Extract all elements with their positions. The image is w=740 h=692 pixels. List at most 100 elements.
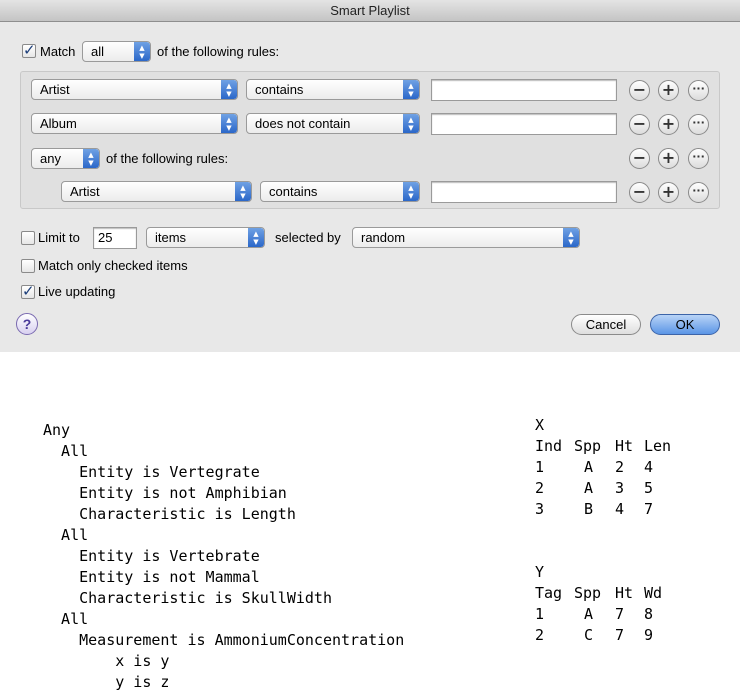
query-line: Entity is not Amphibian (43, 484, 287, 502)
query-line: Any (43, 421, 71, 439)
table-x-cell: 4 (615, 500, 625, 518)
query-line: All (43, 610, 89, 628)
match-quantifier-value: all (91, 44, 105, 59)
table-x-cell: 2 (615, 458, 625, 476)
table-x-cell: 7 (644, 500, 654, 518)
rule-1-field-value: Artist (40, 82, 70, 97)
table-x-cell: 4 (644, 458, 654, 476)
table-y-header-2: Ht (615, 584, 634, 602)
nested-rule-value-field[interactable] (431, 181, 617, 203)
table-x-cell: 2 (535, 479, 545, 497)
table-y-header-1: Spp (574, 584, 602, 602)
table-x-header-2: Ht (615, 437, 634, 455)
nested-rule-operator-value: contains (269, 184, 318, 199)
nested-rule-field-popup[interactable]: Artist ▲ ▼ (61, 181, 252, 202)
popup-arrows-icon: ▲ ▼ (403, 114, 419, 133)
popup-arrows-icon: ▲ ▼ (83, 149, 99, 168)
popup-arrows-icon: ▲ ▼ (248, 228, 264, 247)
help-button[interactable]: ? (16, 313, 38, 335)
nested-rule-field-value: Artist (70, 184, 100, 199)
rule-2-field-value: Album (40, 116, 77, 131)
cancel-button[interactable]: Cancel (571, 314, 641, 335)
ok-button[interactable]: OK (650, 314, 720, 335)
match-quantifier-popup[interactable]: all ▲ ▼ (82, 41, 151, 62)
popup-arrows-icon: ▲ ▼ (403, 182, 419, 201)
limit-unit-value: items (155, 230, 187, 245)
nested-rule-remove-button[interactable]: − (629, 182, 650, 203)
popup-arrows-icon: ▲ ▼ (221, 114, 237, 133)
table-x-header-1: Spp (574, 437, 602, 455)
nested-rule-add-button[interactable]: + (658, 182, 679, 203)
rule-1-operator-popup[interactable]: contains ▲ ▼ (246, 79, 420, 100)
popup-arrows-icon: ▲ ▼ (563, 228, 579, 247)
table-x-header-0: Ind (535, 437, 563, 455)
match-only-checked-label: Match only checked items (38, 258, 188, 273)
table-y-cell: 2 (535, 626, 545, 644)
query-line: Characteristic is SkullWidth (43, 589, 332, 607)
table-y-cell: 7 (615, 605, 625, 623)
table-x-cell: B (584, 500, 594, 518)
limit-checkbox[interactable] (21, 231, 35, 245)
live-updating-checkbox[interactable] (21, 282, 35, 300)
selected-by-popup[interactable]: random ▲ ▼ (352, 227, 580, 248)
nested-suffix: of the following rules: (106, 151, 229, 166)
rule-2-remove-button[interactable]: − (629, 114, 650, 135)
query-line: x is y (43, 652, 170, 670)
table-y-header-3: Wd (644, 584, 663, 602)
nested-quantifier-popup[interactable]: any ▲ ▼ (31, 148, 100, 169)
rule-1-field-popup[interactable]: Artist ▲ ▼ (31, 79, 238, 100)
rule-2-add-button[interactable]: + (658, 114, 679, 135)
rule-2-value-field[interactable] (431, 113, 617, 135)
query-line: All (43, 526, 89, 544)
table-y-cell: 1 (535, 605, 545, 623)
table-x-cell: 3 (615, 479, 625, 497)
rule-1-remove-button[interactable]: − (629, 80, 650, 101)
nested-rule-operator-popup[interactable]: contains ▲ ▼ (260, 181, 420, 202)
popup-arrows-icon: ▲ ▼ (235, 182, 251, 201)
popup-arrows-icon: ▲ ▼ (134, 42, 150, 61)
table-x-name: X (535, 416, 545, 434)
rule-1-operator-value: contains (255, 82, 304, 97)
table-y-cell: 8 (644, 605, 654, 623)
nested-remove-button[interactable]: − (629, 148, 650, 169)
nested-add-button[interactable]: + (658, 148, 679, 169)
query-line: Entity is Vertebrate (43, 547, 260, 565)
window-title: Smart Playlist (0, 0, 740, 22)
limit-unit-popup[interactable]: items ▲ ▼ (146, 227, 265, 248)
nested-quantifier-value: any (40, 151, 61, 166)
match-checkbox[interactable] (22, 41, 36, 59)
table-y-cell: 7 (615, 626, 625, 644)
rule-2-field-popup[interactable]: Album ▲ ▼ (31, 113, 238, 134)
live-updating-label: Live updating (38, 284, 116, 299)
table-x-cell: 3 (535, 500, 545, 518)
query-line: Entity is not Mammal (43, 568, 260, 586)
match-suffix: of the following rules: (157, 44, 280, 59)
query-line: y is z (43, 673, 170, 691)
table-x-cell: A (584, 479, 594, 497)
limit-value-field[interactable]: 25 (93, 227, 137, 249)
rule-1-add-button[interactable]: + (658, 80, 679, 101)
table-y-cell: 9 (644, 626, 654, 644)
table-x-cell: 5 (644, 479, 654, 497)
table-y-name: Y (535, 563, 545, 581)
query-text: Any All Entity is Vertegrate Entity is n… (43, 399, 404, 692)
match-label: Match (40, 44, 76, 59)
rule-1-more-button[interactable]: ··· (688, 80, 709, 101)
nested-rule-more-button[interactable]: ··· (688, 182, 709, 203)
rule-2-operator-popup[interactable]: does not contain ▲ ▼ (246, 113, 420, 134)
limit-label: Limit to (38, 230, 80, 245)
query-line: Characteristic is Length (43, 505, 296, 523)
query-line: All (43, 442, 89, 460)
popup-arrows-icon: ▲ ▼ (221, 80, 237, 99)
rule-2-more-button[interactable]: ··· (688, 114, 709, 135)
rule-1-value-field[interactable] (431, 79, 617, 101)
table-x-cell: A (584, 458, 594, 476)
selected-by-value: random (361, 230, 406, 245)
table-x-header-3: Len (644, 437, 672, 455)
smart-playlist-dialog: Smart Playlist Match all ▲▼ of the follo… (0, 0, 740, 352)
nested-more-button[interactable]: ··· (688, 148, 709, 169)
selected-by-label: selected by (275, 230, 341, 245)
match-only-checked-checkbox[interactable] (21, 259, 35, 273)
table-x-cell: 1 (535, 458, 545, 476)
table-y-cell: A (584, 605, 594, 623)
